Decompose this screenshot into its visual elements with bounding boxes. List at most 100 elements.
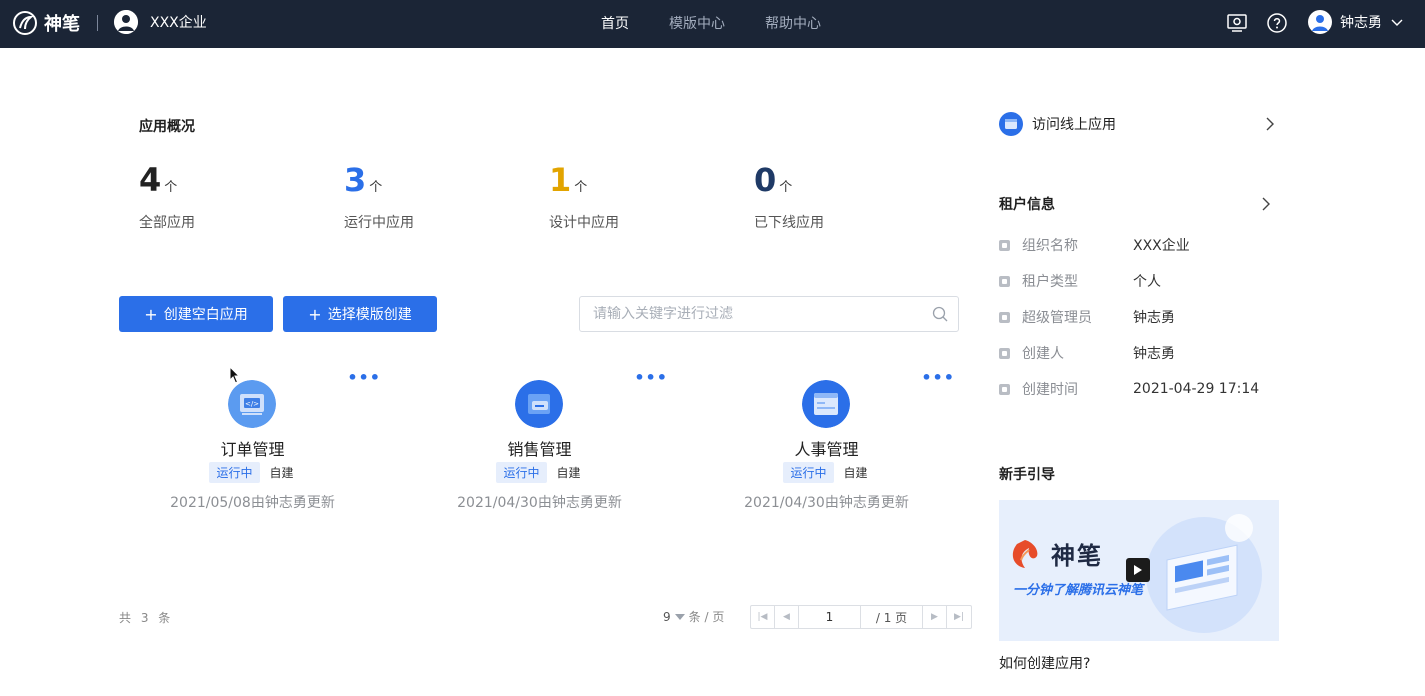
- stat-offline-apps[interactable]: 0个 已下线应用: [754, 162, 824, 232]
- overview-title: 应用概况: [139, 119, 195, 135]
- create-from-template-button[interactable]: + 选择模版创建: [283, 296, 437, 332]
- plus-icon: +: [308, 304, 322, 324]
- tenant-title: 租户信息: [999, 197, 1055, 213]
- info-value: 2021-04-29 17:14: [1133, 381, 1260, 397]
- screenshot-icon[interactable]: [1226, 12, 1248, 34]
- top-navigation-bar: 神笔 XXX企业 首页 模版中心 帮助中心 钟志勇: [0, 0, 1425, 48]
- pagination: |◀ ◀ 1 / 1 页 ▶ ▶|: [750, 605, 972, 629]
- page-size-value: 9: [663, 609, 671, 624]
- app-card-sales[interactable]: ••• 销售管理 运行中 自建 2021/04/30由钟志勇更新: [396, 364, 683, 534]
- user-name: 钟志勇: [1340, 15, 1382, 31]
- top-icons: [1226, 12, 1306, 34]
- info-value: 钟志勇: [1133, 310, 1175, 326]
- app-updated: 2021/04/30由钟志勇更新: [744, 495, 909, 511]
- stat-label: 全部应用: [139, 215, 195, 231]
- app-name: 人事管理: [794, 440, 859, 459]
- tenant-creator: 创建人 钟志勇: [999, 343, 1279, 363]
- org-icon: [999, 239, 1010, 251]
- visit-online-app-link[interactable]: 访问线上应用: [999, 112, 1279, 136]
- stat-value: 3: [344, 161, 367, 199]
- divider: [97, 15, 98, 31]
- page-input[interactable]: 1: [799, 606, 861, 628]
- chevron-right-icon: [1262, 197, 1270, 211]
- tenant-super-admin: 超级管理员 钟志勇: [999, 307, 1279, 327]
- next-page-icon[interactable]: ▶: [923, 606, 947, 628]
- clock-icon: [999, 383, 1010, 395]
- brand-name: 神笔: [44, 14, 80, 35]
- last-page-icon[interactable]: ▶|: [947, 606, 971, 628]
- status-badge: 运行中: [496, 462, 547, 483]
- nav-help-center[interactable]: 帮助中心: [765, 13, 821, 33]
- button-label: 创建空白应用: [163, 307, 248, 323]
- app-online-icon: [999, 112, 1023, 136]
- more-icon[interactable]: •••: [347, 368, 381, 387]
- app-card-hr[interactable]: ••• 人事管理 运行中 自建 2021/04/30由钟志勇更新: [683, 364, 970, 534]
- tenant-created-time: 创建时间 2021-04-29 17:14: [999, 379, 1279, 399]
- app-updated: 2021/04/30由钟志勇更新: [457, 495, 622, 511]
- search-box: [579, 296, 959, 332]
- more-icon[interactable]: •••: [921, 368, 955, 387]
- per-page-label: 条 / 页: [688, 610, 725, 624]
- info-key: 超级管理员: [1022, 310, 1092, 326]
- stat-value: 1: [549, 161, 572, 199]
- first-page-icon[interactable]: |◀: [751, 606, 775, 628]
- help-icon[interactable]: [1266, 12, 1288, 34]
- search-input[interactable]: [593, 306, 913, 322]
- page-size-select[interactable]: 9 条 / 页: [663, 608, 724, 625]
- svg-text:</>: </>: [245, 400, 259, 408]
- info-value: 个人: [1133, 274, 1161, 290]
- plus-icon: +: [144, 304, 158, 324]
- brand-logo[interactable]: 神笔: [12, 10, 80, 36]
- guide-caption[interactable]: 如何创建应用?: [999, 653, 1090, 673]
- company-avatar-icon: [114, 10, 138, 34]
- stat-label: 运行中应用: [344, 215, 414, 231]
- guide-video-banner[interactable]: 神笔 一分钟了解腾讯云神笔: [999, 500, 1279, 641]
- nav-home[interactable]: 首页: [601, 13, 629, 33]
- play-icon[interactable]: [1126, 558, 1150, 582]
- stat-value: 0: [754, 161, 777, 199]
- app-card-order[interactable]: ••• </> 订单管理 运行中 自建 2021/05/08由钟志勇更新: [109, 364, 396, 534]
- stat-unit: 个: [369, 180, 383, 195]
- app-updated: 2021/05/08由钟志勇更新: [170, 495, 335, 511]
- prev-page-icon[interactable]: ◀: [775, 606, 799, 628]
- info-value: 钟志勇: [1133, 346, 1175, 362]
- status-badge: 运行中: [209, 462, 260, 483]
- create-blank-app-button[interactable]: + 创建空白应用: [119, 296, 273, 332]
- more-icon[interactable]: •••: [634, 368, 668, 387]
- stat-label: 已下线应用: [754, 215, 824, 231]
- main-content: 应用概况 4个 全部应用 3个 运行中应用 1个 设计中应用 0个 已下线应用 …: [0, 48, 1425, 696]
- stat-designing-apps[interactable]: 1个 设计中应用: [549, 162, 619, 232]
- stat-running-apps[interactable]: 3个 运行中应用: [344, 162, 414, 232]
- tenant-info-header[interactable]: 租户信息: [999, 194, 1279, 214]
- app-name: 销售管理: [507, 440, 572, 459]
- tenant-org-name: 组织名称 XXX企业: [999, 235, 1279, 255]
- user-menu[interactable]: 钟志勇: [1308, 10, 1404, 34]
- stat-unit: 个: [164, 180, 178, 195]
- info-key: 创建人: [1022, 346, 1064, 362]
- chevron-down-icon: [1391, 19, 1403, 26]
- visit-online-label: 访问线上应用: [1032, 117, 1116, 133]
- app-name: 订单管理: [220, 440, 285, 459]
- stat-all-apps[interactable]: 4个 全部应用: [139, 162, 195, 232]
- type-icon: [999, 275, 1010, 287]
- status-badge: 运行中: [783, 462, 834, 483]
- stat-label: 设计中应用: [549, 215, 619, 231]
- search-icon[interactable]: [932, 306, 948, 322]
- nav-template-center[interactable]: 模版中心: [669, 13, 725, 33]
- app-tags: 运行中 自建: [396, 462, 683, 483]
- info-key: 租户类型: [1022, 274, 1078, 290]
- app-tags: 运行中 自建: [683, 462, 970, 483]
- chevron-right-icon: [1266, 117, 1274, 131]
- stat-value: 4: [139, 161, 162, 199]
- info-key: 创建时间: [1022, 382, 1078, 398]
- app-tags: 运行中 自建: [109, 462, 396, 483]
- source-badge: 自建: [843, 466, 868, 480]
- company-switcher[interactable]: XXX企业: [114, 10, 207, 34]
- banner-brand: 神笔: [1051, 542, 1103, 570]
- tenant-type: 租户类型 个人: [999, 271, 1279, 291]
- source-badge: 自建: [556, 466, 581, 480]
- total-count: 共 3 条: [119, 611, 174, 625]
- info-value: XXX企业: [1133, 238, 1190, 254]
- caret-down-icon: [674, 613, 685, 620]
- mouse-cursor-icon: [229, 366, 241, 384]
